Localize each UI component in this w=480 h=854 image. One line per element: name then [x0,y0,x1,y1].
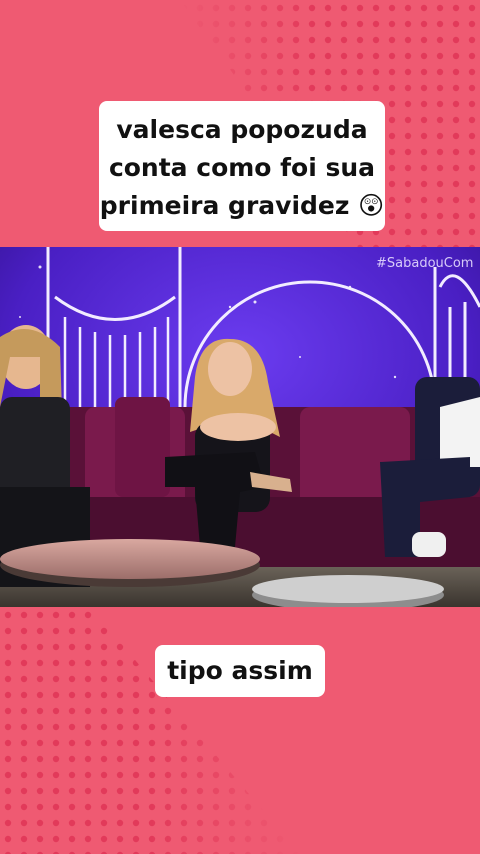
video-title-caption: valesca popozuda conta como foi sua prim… [99,101,385,231]
tv-studio-scene [0,247,480,607]
video-frame[interactable]: #SabadouCom [0,247,480,607]
astonished-face-emoji: 😲 [358,191,385,220]
caption-line-3-wrap: primeira gravidez 😲 [99,187,385,225]
subtitle-caption: tipo assim [155,645,325,697]
caption-line-3: primeira gravidez [99,191,350,220]
caption-line-1: valesca popozuda [116,115,368,144]
watermark-hashtag: #SabadouCom [376,256,474,271]
caption-line-2: conta como foi sua [108,153,376,182]
